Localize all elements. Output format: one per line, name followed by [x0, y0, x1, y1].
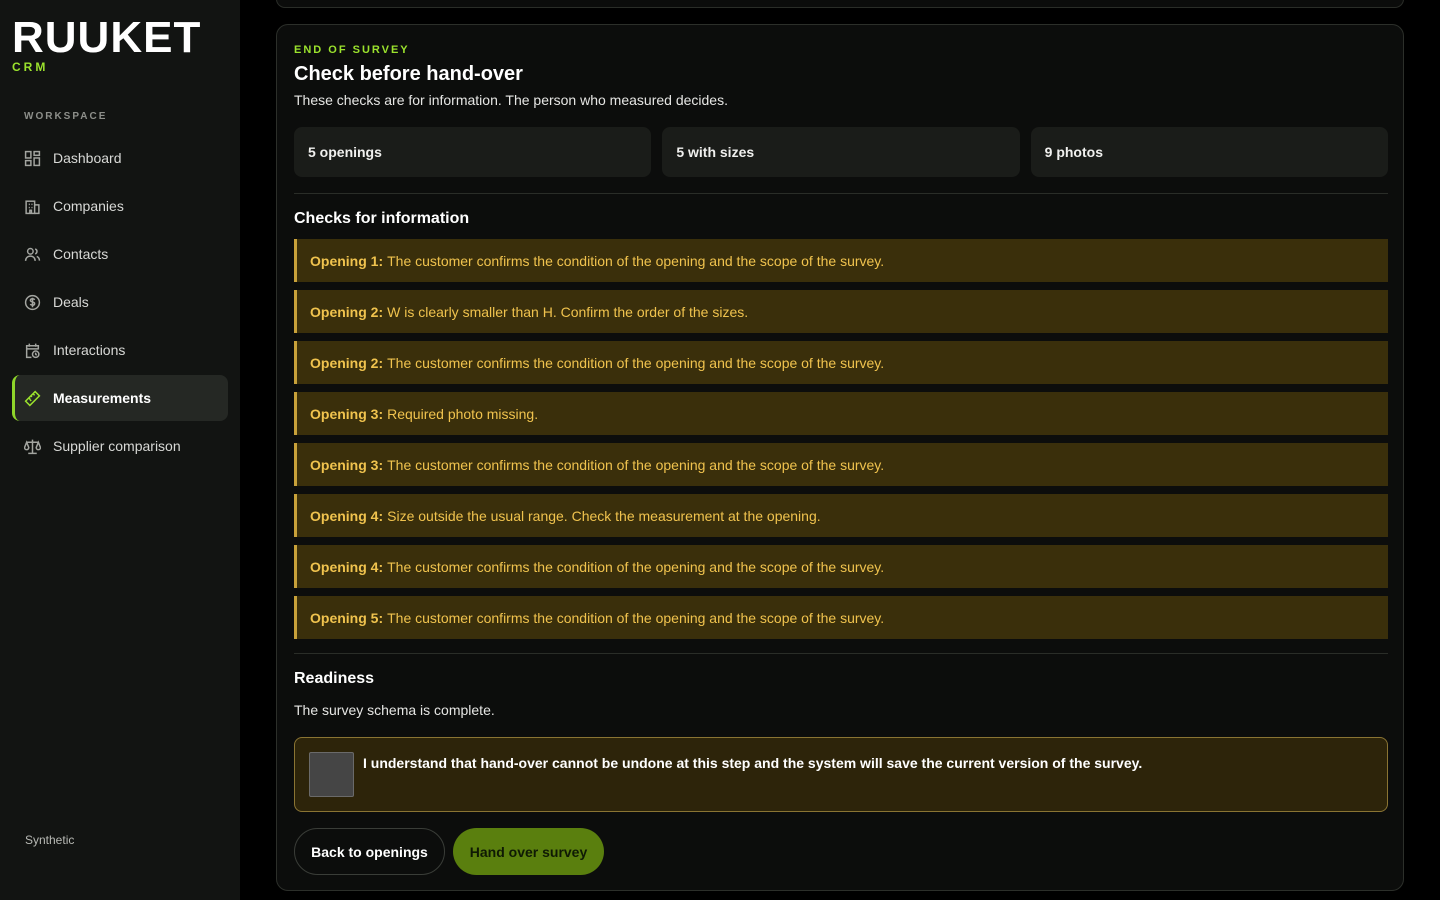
- survey-end-card: END OF SURVEY Check before hand-over The…: [276, 24, 1404, 891]
- check-opening: Opening 3:: [310, 405, 384, 422]
- page-title: Check before hand-over: [294, 63, 523, 85]
- sidebar-item-label: Supplier comparison: [53, 438, 181, 454]
- back-to-openings-button[interactable]: Back to openings: [294, 828, 445, 875]
- scale-icon: [24, 438, 41, 455]
- readiness-text: The survey schema is complete.: [294, 702, 495, 718]
- check-text: Size outside the usual range. Check the …: [387, 507, 821, 524]
- sidebar-section-label: WORKSPACE: [24, 111, 108, 122]
- section-eyebrow: END OF SURVEY: [294, 44, 410, 56]
- dollar-icon: [24, 294, 41, 311]
- contacts-icon: [24, 246, 41, 263]
- sidebar-nav: Dashboard Companies Contacts Deals Inter…: [12, 135, 228, 471]
- sidebar-item-measurements[interactable]: Measurements: [12, 375, 228, 421]
- sidebar-item-label: Dashboard: [53, 150, 122, 166]
- sidebar-item-label: Interactions: [53, 342, 126, 358]
- building-icon: [24, 198, 41, 215]
- check-opening: Opening 4:: [310, 558, 384, 575]
- sidebar-item-dashboard[interactable]: Dashboard: [12, 135, 228, 181]
- logo-subtitle: CRM: [12, 60, 49, 74]
- check-text: The customer confirms the condition of t…: [387, 252, 885, 269]
- checks-title: Checks for information: [294, 210, 470, 227]
- check-item: Opening 2: W is clearly smaller than H. C…: [294, 290, 1388, 333]
- logo-wordmark: RUUKET: [12, 13, 202, 62]
- confirm-checkbox[interactable]: [309, 752, 354, 797]
- check-item: Opening 3: Required photo missing.: [294, 392, 1388, 435]
- check-text: W is clearly smaller than H. Confirm the…: [387, 303, 749, 320]
- check-text: The customer confirms the condition of t…: [387, 456, 885, 473]
- summary-stats: 5 openings 5 with sizes 9 photos: [294, 127, 1388, 177]
- readiness-title: Readiness: [294, 670, 375, 687]
- stat-with-sizes: 5 with sizes: [662, 127, 1020, 177]
- sidebar-item-label: Measurements: [53, 390, 152, 406]
- sidebar-item-supplier-comparison[interactable]: Supplier comparison: [12, 423, 228, 469]
- sidebar-item-contacts[interactable]: Contacts: [12, 231, 228, 277]
- check-opening: Opening 1:: [310, 252, 384, 269]
- check-text: The customer confirms the condition of t…: [387, 609, 885, 626]
- sidebar-item-deals[interactable]: Deals: [12, 279, 228, 325]
- check-item: Opening 1: The customer confirms the cond…: [294, 239, 1388, 282]
- sidebar-item-label: Deals: [53, 294, 89, 310]
- stat-openings: 5 openings: [294, 127, 652, 177]
- check-opening: Opening 5:: [310, 609, 384, 626]
- check-text: The customer confirms the condition of t…: [387, 558, 885, 575]
- sidebar-item-companies[interactable]: Companies: [12, 183, 228, 229]
- confirm-label[interactable]: I understand that hand-over cannot be un…: [363, 755, 1142, 771]
- page-subtitle: These checks are for information. The pe…: [294, 92, 728, 108]
- stat-photos: 9 photos: [1030, 127, 1388, 177]
- sidebar: RUUKET CRM WORKSPACE Dashboard Companies…: [0, 0, 240, 900]
- checks-list: Opening 1: The customer confirms the cond…: [294, 239, 1388, 647]
- logo[interactable]: RUUKET CRM: [12, 13, 202, 75]
- check-opening: Opening 3:: [310, 456, 384, 473]
- handover-confirmation: I understand that hand-over cannot be un…: [294, 737, 1388, 812]
- divider: [294, 193, 1388, 194]
- previous-card-edge: [276, 0, 1404, 8]
- check-item: Opening 2: The customer confirms the cond…: [294, 341, 1388, 384]
- check-opening: Opening 2:: [310, 303, 384, 320]
- check-item: Opening 4: The customer confirms the cond…: [294, 545, 1388, 588]
- hand-over-survey-button[interactable]: Hand over survey: [453, 828, 604, 875]
- sidebar-item-label: Companies: [53, 198, 124, 214]
- dashboard-icon: [24, 150, 41, 167]
- check-item: Opening 5: The customer confirms the cond…: [294, 596, 1388, 639]
- ruler-icon: [24, 390, 41, 407]
- sidebar-item-label: Contacts: [53, 246, 109, 262]
- divider: [294, 653, 1388, 654]
- sidebar-footer-note: Synthetic: [25, 833, 75, 847]
- check-text: The customer confirms the condition of t…: [387, 354, 885, 371]
- check-text: Required photo missing.: [387, 405, 539, 422]
- check-item: Opening 3: The customer confirms the cond…: [294, 443, 1388, 486]
- check-item: Opening 4: Size outside the usual range. …: [294, 494, 1388, 537]
- calendar-clock-icon: [24, 342, 41, 359]
- check-opening: Opening 2:: [310, 354, 384, 371]
- sidebar-item-interactions[interactable]: Interactions: [12, 327, 228, 373]
- check-opening: Opening 4:: [310, 507, 384, 524]
